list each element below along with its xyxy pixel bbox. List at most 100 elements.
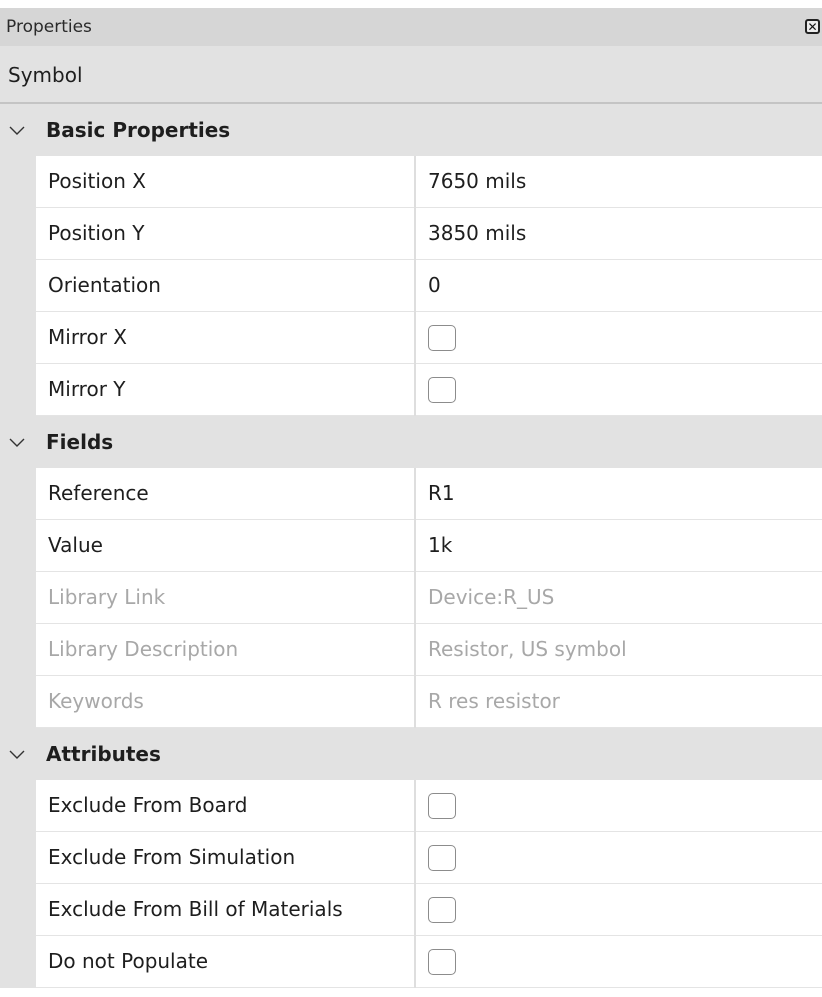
panel-titlebar[interactable]: Properties ✕ [0,8,822,46]
property-value-cell[interactable]: 1k [416,520,822,572]
property-name: Library Description [48,637,239,661]
property-name: Do not Populate [48,949,209,973]
chevron-down-icon[interactable] [8,745,26,763]
row-gutter [0,676,36,728]
do-not-populate-checkbox[interactable] [428,949,456,975]
property-row-reference: Reference R1 [0,468,822,520]
property-row-orientation: Orientation 0 [0,260,822,312]
property-name-cell: Reference [36,468,414,520]
property-name-cell: Library Description [36,624,414,676]
property-value: 3850 mils [428,221,527,245]
property-value-cell[interactable] [416,884,822,936]
property-value: 1k [428,533,453,557]
property-name: Reference [48,481,149,505]
row-gutter [0,780,36,832]
property-name-cell: Exclude From Board [36,780,414,832]
property-name-cell: Exclude From Bill of Materials [36,884,414,936]
property-row-library-link: Library Link Device:R_US [0,572,822,624]
row-gutter [0,260,36,312]
property-name: Keywords [48,689,144,713]
selection-type-label: Symbol [8,63,83,87]
close-icon[interactable]: ✕ [805,19,820,34]
property-row-exclude-from-simulation: Exclude From Simulation [0,832,822,884]
property-name: Orientation [48,273,161,297]
property-name: Exclude From Board [48,793,248,817]
selection-type-header: Symbol [0,46,822,104]
property-row-position-x: Position X 7650 mils [0,156,822,208]
property-value: Device:R_US [428,585,555,609]
panel-title: Properties [6,17,92,37]
group-basic-properties[interactable]: Basic Properties [0,104,822,156]
property-row-exclude-from-bill-of-materials: Exclude From Bill of Materials [0,884,822,936]
property-name-cell: Mirror X [36,312,414,364]
row-gutter [0,156,36,208]
row-gutter [0,572,36,624]
property-value-cell[interactable] [416,832,822,884]
property-value-cell[interactable] [416,312,822,364]
group-label: Attributes [46,742,161,766]
property-name: Mirror X [48,325,127,349]
property-name-cell: Value [36,520,414,572]
row-gutter [0,884,36,936]
group-label: Basic Properties [46,118,231,142]
group-fields[interactable]: Fields [0,416,822,468]
exclude-from-simulation-checkbox[interactable] [428,845,456,871]
property-value: R res resistor [428,689,560,713]
property-row-value: Value 1k [0,520,822,572]
property-name-cell: Do not Populate [36,936,414,988]
property-name: Position X [48,169,146,193]
property-name: Library Link [48,585,166,609]
property-value-cell[interactable]: 3850 mils [416,208,822,260]
property-name-cell: Mirror Y [36,364,414,416]
property-value: R1 [428,481,455,505]
row-gutter [0,624,36,676]
property-value-cell[interactable]: 0 [416,260,822,312]
property-name-cell: Library Link [36,572,414,624]
property-grid: Basic Properties Position X 7650 mils Posit… [0,104,822,988]
property-value-cell[interactable]: 7650 mils [416,156,822,208]
chevron-down-icon[interactable] [8,433,26,451]
row-gutter [0,520,36,572]
property-row-do-not-populate: Do not Populate [0,936,822,988]
property-value-cell[interactable] [416,780,822,832]
property-value: 7650 mils [428,169,527,193]
property-name-cell: Exclude From Simulation [36,832,414,884]
property-row-mirror-y: Mirror Y [0,364,822,416]
exclude-from-bill-of-materials-checkbox[interactable] [428,897,456,923]
row-gutter [0,936,36,988]
property-row-position-y: Position Y 3850 mils [0,208,822,260]
property-name: Position Y [48,221,145,245]
row-gutter [0,468,36,520]
row-gutter [0,832,36,884]
property-value-cell: Resistor, US symbol [416,624,822,676]
property-name: Exclude From Simulation [48,845,296,869]
property-name-cell: Keywords [36,676,414,728]
property-name: Mirror Y [48,377,126,401]
group-label: Fields [46,430,114,454]
row-gutter [0,208,36,260]
property-value-cell: Device:R_US [416,572,822,624]
row-gutter [0,312,36,364]
mirror-y-checkbox[interactable] [428,377,456,403]
property-row-exclude-from-board: Exclude From Board [0,780,822,832]
property-value-cell[interactable] [416,364,822,416]
property-name-cell: Position X [36,156,414,208]
property-name: Exclude From Bill of Materials [48,897,343,921]
property-name-cell: Orientation [36,260,414,312]
property-row-keywords: Keywords R res resistor [0,676,822,728]
exclude-from-board-checkbox[interactable] [428,793,456,819]
property-name: Value [48,533,103,557]
property-value: Resistor, US symbol [428,637,627,661]
property-row-library-description: Library Description Resistor, US symbol [0,624,822,676]
row-gutter [0,364,36,416]
property-value: 0 [428,273,441,297]
property-value-cell[interactable]: R1 [416,468,822,520]
property-row-mirror-x: Mirror X [0,312,822,364]
property-value-cell: R res resistor [416,676,822,728]
mirror-x-checkbox[interactable] [428,325,456,351]
property-value-cell[interactable] [416,936,822,988]
property-name-cell: Position Y [36,208,414,260]
chevron-down-icon[interactable] [8,121,26,139]
group-attributes[interactable]: Attributes [0,728,822,780]
properties-panel: Properties ✕ Symbol Basic Properties Posi… [0,0,822,997]
